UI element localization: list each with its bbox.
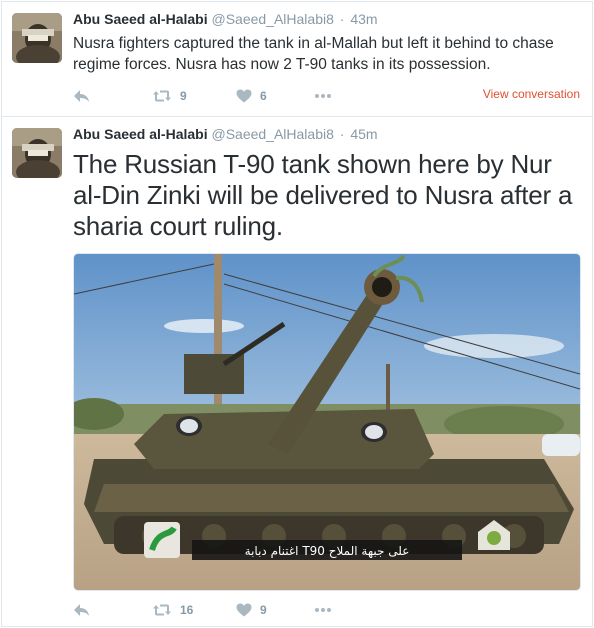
heart-icon <box>236 89 252 103</box>
retweet-button[interactable]: 16 <box>152 600 193 620</box>
more-icon <box>314 93 332 99</box>
like-button[interactable]: 9 <box>236 600 267 620</box>
like-count: 9 <box>260 603 267 617</box>
image-caption: اغتنام دبابة T90 على جبهة الملاح <box>245 544 410 558</box>
like-button[interactable]: 6 <box>236 86 267 106</box>
tweet-header: Abu Saeed al-Halabi @Saeed_AlHalabi8 · 4… <box>73 126 378 142</box>
tweet-text: The Russian T-90 tank shown here by Nur … <box>73 149 573 241</box>
heart-icon <box>236 603 252 617</box>
avatar[interactable] <box>12 13 62 63</box>
reply-icon <box>73 89 90 103</box>
tweet-text: Nusra fighters captured the tank in al-M… <box>73 35 554 73</box>
avatar[interactable] <box>12 128 62 178</box>
view-conversation-link[interactable]: View conversation <box>483 87 580 101</box>
timestamp[interactable]: 43m <box>350 11 377 27</box>
display-name[interactable]: Abu Saeed al-Halabi <box>73 126 208 142</box>
tweet[interactable]: Abu Saeed al-Halabi @Saeed_AlHalabi8 · 4… <box>2 2 592 117</box>
retweet-count: 16 <box>180 603 194 617</box>
retweet-icon <box>152 603 172 617</box>
more-button[interactable] <box>314 86 332 106</box>
reply-icon <box>73 603 90 617</box>
username[interactable]: @Saeed_AlHalabi8 <box>211 11 333 27</box>
timeline: Abu Saeed al-Halabi @Saeed_AlHalabi8 · 4… <box>1 1 593 627</box>
like-count: 6 <box>260 89 267 103</box>
retweet-count: 9 <box>180 89 187 103</box>
tweet[interactable]: Abu Saeed al-Halabi @Saeed_AlHalabi8 · 4… <box>2 117 592 628</box>
more-button[interactable] <box>314 600 332 620</box>
more-icon <box>314 607 332 613</box>
tweet-header: Abu Saeed al-Halabi @Saeed_AlHalabi8 · 4… <box>73 11 378 27</box>
tank-photo: اغتنام دبابة T90 على جبهة الملاح <box>74 254 580 590</box>
separator: · <box>339 126 345 142</box>
reply-button[interactable] <box>73 600 90 620</box>
display-name[interactable]: Abu Saeed al-Halabi <box>73 11 208 27</box>
tweet-actions: 16 9 <box>73 600 588 620</box>
separator: · <box>339 11 345 27</box>
tweet-photo[interactable]: اغتنام دبابة T90 على جبهة الملاح <box>73 253 581 591</box>
retweet-button[interactable]: 9 <box>152 86 187 106</box>
reply-button[interactable] <box>73 86 90 106</box>
timestamp[interactable]: 45m <box>350 126 377 142</box>
tweet-actions: 9 6 View conversation <box>73 86 588 106</box>
retweet-icon <box>152 89 172 103</box>
username[interactable]: @Saeed_AlHalabi8 <box>211 126 333 142</box>
